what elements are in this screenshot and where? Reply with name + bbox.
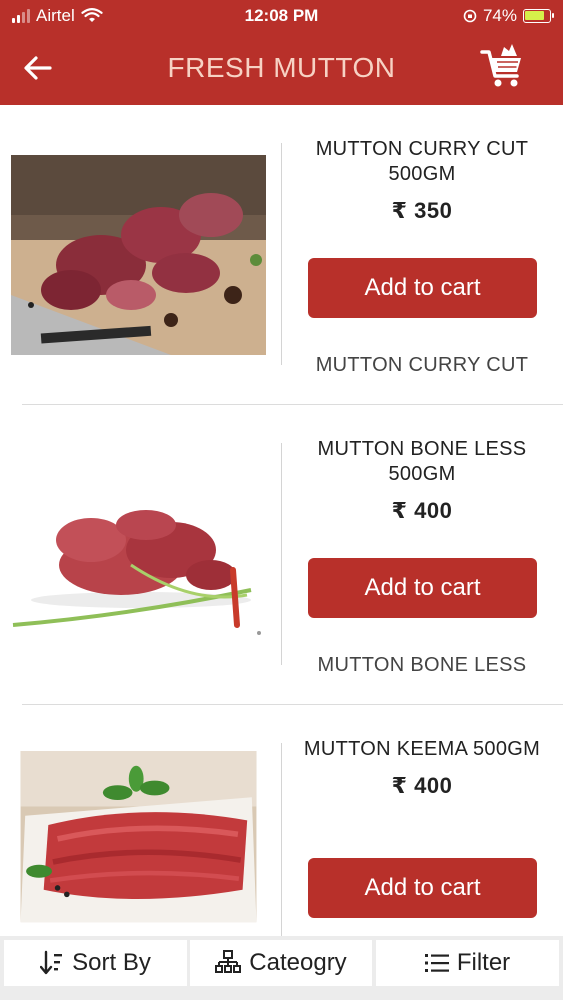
sort-button[interactable]: Sort By	[4, 940, 187, 986]
sort-icon	[40, 950, 63, 975]
add-to-cart-button[interactable]: Add to cart	[308, 858, 537, 918]
orientation-lock-icon	[463, 9, 477, 23]
divider	[281, 443, 282, 665]
battery-icon	[523, 9, 554, 23]
product-card: MUTTON BONE LESS 500GM ₹ 400 Add to cart…	[0, 405, 563, 705]
status-bar: Airtel 12:08 PM 74%	[0, 0, 563, 32]
filter-label: Filter	[456, 949, 511, 976]
add-to-cart-button[interactable]: Add to cart	[308, 258, 537, 318]
product-name: MUTTON KEEMA 500GM	[303, 738, 541, 760]
product-name: MUTTON BONE LESS 500GM	[317, 438, 527, 485]
product-name: MUTTON CURRY CUT 500GM	[315, 138, 529, 185]
product-price: ₹ 400	[391, 498, 453, 523]
filter-button[interactable]: Filter	[376, 940, 559, 986]
divider	[281, 743, 282, 965]
battery-percent: 74%	[482, 6, 517, 25]
add-to-cart-button[interactable]: Add to cart	[308, 558, 537, 618]
mutton-curry-cut-image[interactable]	[11, 155, 266, 355]
cart-button[interactable]	[479, 42, 525, 90]
product-price: ₹ 350	[391, 198, 453, 223]
mutton-keema-image[interactable]	[11, 751, 266, 936]
shopping-cart-icon	[480, 44, 521, 87]
app-header: FRESH MUTTON	[0, 32, 563, 105]
bottom-bar: Sort By Cateogry Filter	[0, 936, 563, 1000]
list-filter-icon	[424, 954, 449, 972]
status-right: 74%	[463, 6, 554, 26]
category-button[interactable]: Cateogry	[190, 940, 372, 986]
divider	[281, 143, 282, 365]
sort-label: Sort By	[72, 949, 151, 976]
product-subtitle: MUTTON BONE LESS	[317, 654, 527, 676]
product-card: MUTTON CURRY CUT 500GM ₹ 350 Add to cart…	[0, 105, 563, 405]
product-price: ₹ 400	[391, 773, 453, 798]
product-subtitle: MUTTON CURRY CUT	[315, 354, 529, 376]
mutton-boneless-image[interactable]	[11, 455, 266, 655]
category-label: Cateogry	[249, 949, 347, 976]
category-tree-icon	[215, 950, 242, 973]
